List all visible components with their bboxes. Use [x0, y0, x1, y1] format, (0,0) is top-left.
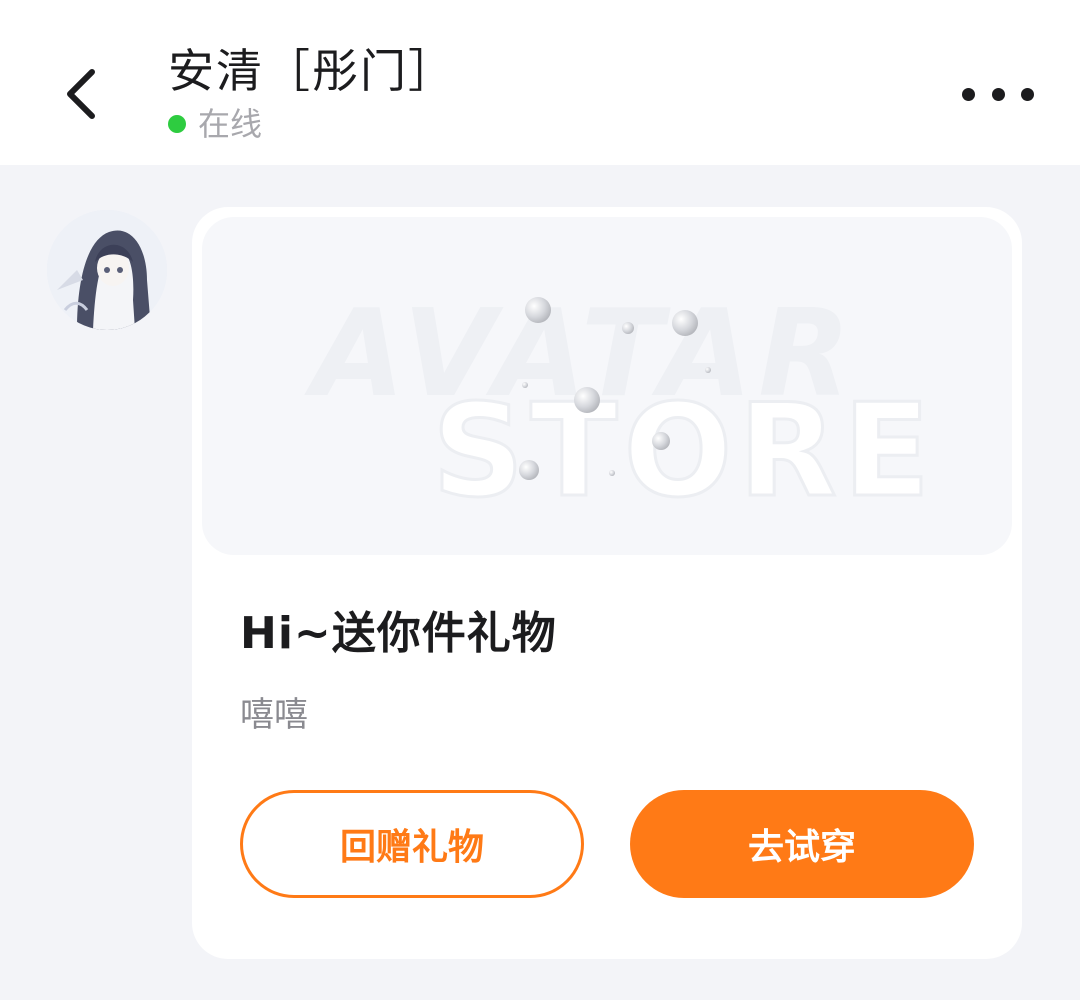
bubble-decoration: [705, 367, 711, 373]
more-options-button[interactable]: [962, 72, 1034, 116]
gift-title: Hi~送你件礼物: [240, 608, 557, 659]
bubble-decoration: [519, 460, 539, 480]
bubble-decoration: [652, 432, 670, 450]
more-dots-icon: [962, 87, 975, 101]
chat-title-block: 安清［彤门］ 在线: [168, 40, 456, 144]
bubble-decoration: [522, 382, 528, 388]
try-on-button[interactable]: 去试穿: [630, 790, 974, 898]
contact-name: 安清［彤门］: [168, 44, 456, 98]
status-text: 在线: [198, 105, 263, 143]
sender-avatar[interactable]: [47, 210, 167, 330]
chevron-left-icon: [67, 69, 95, 119]
online-status: 在线: [168, 104, 456, 144]
bubble-decoration: [574, 387, 600, 413]
chat-header: 安清［彤门］ 在线: [0, 0, 1080, 165]
bubble-decoration: [609, 470, 615, 476]
gift-message-card: AVATAR STORE Hi~送你件礼物 嘻嘻 回赠礼物 去试穿: [192, 207, 1022, 959]
bubble-decoration: [622, 322, 634, 334]
gift-back-button[interactable]: 回赠礼物: [240, 790, 584, 898]
bubble-decoration: [672, 310, 698, 336]
gift-banner[interactable]: AVATAR STORE: [202, 217, 1012, 555]
gift-note: 嘻嘻: [240, 695, 308, 735]
bubble-decoration: [525, 297, 551, 323]
banner-text-store: STORE: [430, 376, 937, 528]
online-dot-icon: [168, 115, 186, 133]
avatar-image: [47, 210, 167, 330]
back-button[interactable]: [52, 58, 112, 130]
